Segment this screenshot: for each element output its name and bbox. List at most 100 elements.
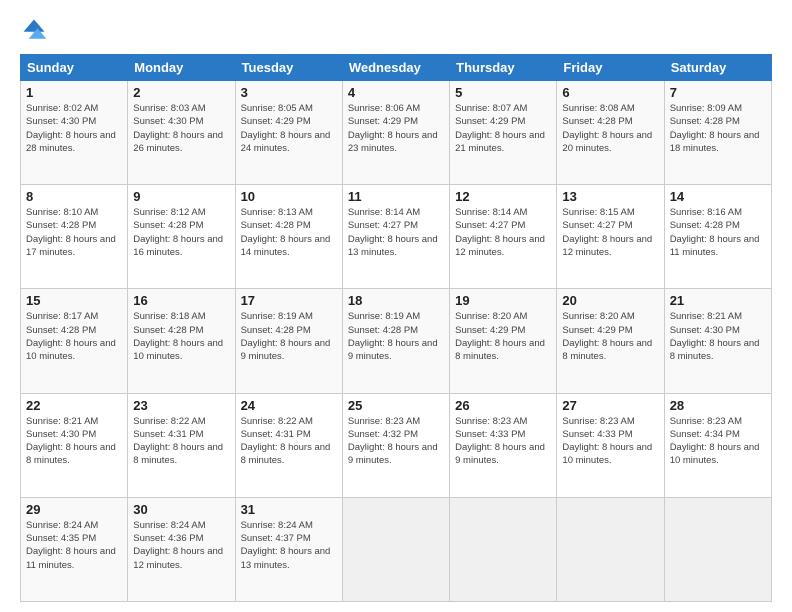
day-info: Sunrise: 8:02 AMSunset: 4:30 PMDaylight:… (26, 102, 122, 155)
day-number: 11 (348, 189, 444, 204)
day-number: 12 (455, 189, 551, 204)
day-info: Sunrise: 8:15 AMSunset: 4:27 PMDaylight:… (562, 206, 658, 259)
logo-icon (20, 16, 48, 44)
day-cell: 24 Sunrise: 8:22 AMSunset: 4:31 PMDayligh… (235, 393, 342, 497)
day-info: Sunrise: 8:07 AMSunset: 4:29 PMDaylight:… (455, 102, 551, 155)
day-cell: 15Sunrise: 8:17 AMSunset: 4:28 PMDayligh… (21, 289, 128, 393)
day-cell: 12Sunrise: 8:14 AMSunset: 4:27 PMDayligh… (450, 185, 557, 289)
day-info: Sunrise: 8:20 AMSunset: 4:29 PMDaylight:… (562, 310, 658, 363)
day-cell: 19 Sunrise: 8:20 AMSunset: 4:29 PMDayligh… (450, 289, 557, 393)
day-info: Sunrise: 8:08 AMSunset: 4:28 PMDaylight:… (562, 102, 658, 155)
day-info: Sunrise: 8:22 AMSunset: 4:31 PMDaylight:… (241, 415, 337, 468)
week-row-1: 1 Sunrise: 8:02 AMSunset: 4:30 PMDaylight… (21, 81, 772, 185)
day-number: 14 (670, 189, 766, 204)
day-cell: 27 Sunrise: 8:23 AMSunset: 4:33 PMDayligh… (557, 393, 664, 497)
day-info: Sunrise: 8:21 AMSunset: 4:30 PMDaylight:… (26, 415, 122, 468)
day-cell: 4 Sunrise: 8:06 AMSunset: 4:29 PMDaylight… (342, 81, 449, 185)
day-info: Sunrise: 8:23 AMSunset: 4:33 PMDaylight:… (562, 415, 658, 468)
day-cell: 17Sunrise: 8:19 AMSunset: 4:28 PMDayligh… (235, 289, 342, 393)
day-number: 25 (348, 398, 444, 413)
day-number: 28 (670, 398, 766, 413)
day-info: Sunrise: 8:10 AMSunset: 4:28 PMDaylight:… (26, 206, 122, 259)
day-number: 24 (241, 398, 337, 413)
day-number: 10 (241, 189, 337, 204)
day-info: Sunrise: 8:06 AMSunset: 4:29 PMDaylight:… (348, 102, 444, 155)
header (20, 16, 772, 44)
day-info: Sunrise: 8:23 AMSunset: 4:34 PMDaylight:… (670, 415, 766, 468)
header-day-wednesday: Wednesday (342, 55, 449, 81)
page: SundayMondayTuesdayWednesdayThursdayFrid… (0, 0, 792, 612)
day-number: 29 (26, 502, 122, 517)
header-day-tuesday: Tuesday (235, 55, 342, 81)
day-number: 1 (26, 85, 122, 100)
day-cell (664, 497, 771, 601)
day-number: 30 (133, 502, 229, 517)
day-number: 17 (241, 293, 337, 308)
day-cell: 26Sunrise: 8:23 AMSunset: 4:33 PMDayligh… (450, 393, 557, 497)
header-day-monday: Monday (128, 55, 235, 81)
day-cell: 2 Sunrise: 8:03 AMSunset: 4:30 PMDaylight… (128, 81, 235, 185)
day-cell: 14Sunrise: 8:16 AMSunset: 4:28 PMDayligh… (664, 185, 771, 289)
day-cell: 21 Sunrise: 8:21 AMSunset: 4:30 PMDayligh… (664, 289, 771, 393)
day-cell: 20 Sunrise: 8:20 AMSunset: 4:29 PMDayligh… (557, 289, 664, 393)
day-info: Sunrise: 8:24 AMSunset: 4:35 PMDaylight:… (26, 519, 122, 572)
day-number: 26 (455, 398, 551, 413)
day-cell: 9 Sunrise: 8:12 AMSunset: 4:28 PMDaylight… (128, 185, 235, 289)
calendar-body: 1 Sunrise: 8:02 AMSunset: 4:30 PMDaylight… (21, 81, 772, 602)
header-day-friday: Friday (557, 55, 664, 81)
day-number: 19 (455, 293, 551, 308)
day-number: 16 (133, 293, 229, 308)
day-cell: 30 Sunrise: 8:24 AMSunset: 4:36 PMDayligh… (128, 497, 235, 601)
week-row-2: 8 Sunrise: 8:10 AMSunset: 4:28 PMDaylight… (21, 185, 772, 289)
day-cell: 8 Sunrise: 8:10 AMSunset: 4:28 PMDaylight… (21, 185, 128, 289)
header-day-thursday: Thursday (450, 55, 557, 81)
day-info: Sunrise: 8:14 AMSunset: 4:27 PMDaylight:… (348, 206, 444, 259)
day-info: Sunrise: 8:05 AMSunset: 4:29 PMDaylight:… (241, 102, 337, 155)
day-cell: 6 Sunrise: 8:08 AMSunset: 4:28 PMDaylight… (557, 81, 664, 185)
day-cell: 3 Sunrise: 8:05 AMSunset: 4:29 PMDaylight… (235, 81, 342, 185)
day-number: 6 (562, 85, 658, 100)
day-info: Sunrise: 8:20 AMSunset: 4:29 PMDaylight:… (455, 310, 551, 363)
day-info: Sunrise: 8:24 AMSunset: 4:37 PMDaylight:… (241, 519, 337, 572)
day-cell (342, 497, 449, 601)
day-number: 22 (26, 398, 122, 413)
day-cell: 28 Sunrise: 8:23 AMSunset: 4:34 PMDayligh… (664, 393, 771, 497)
week-row-4: 22 Sunrise: 8:21 AMSunset: 4:30 PMDayligh… (21, 393, 772, 497)
day-info: Sunrise: 8:18 AMSunset: 4:28 PMDaylight:… (133, 310, 229, 363)
header-day-saturday: Saturday (664, 55, 771, 81)
day-info: Sunrise: 8:21 AMSunset: 4:30 PMDaylight:… (670, 310, 766, 363)
day-cell: 13 Sunrise: 8:15 AMSunset: 4:27 PMDayligh… (557, 185, 664, 289)
day-number: 7 (670, 85, 766, 100)
day-cell (450, 497, 557, 601)
day-number: 4 (348, 85, 444, 100)
day-number: 13 (562, 189, 658, 204)
header-row: SundayMondayTuesdayWednesdayThursdayFrid… (21, 55, 772, 81)
day-cell: 22 Sunrise: 8:21 AMSunset: 4:30 PMDayligh… (21, 393, 128, 497)
day-info: Sunrise: 8:13 AMSunset: 4:28 PMDaylight:… (241, 206, 337, 259)
day-number: 27 (562, 398, 658, 413)
day-cell: 18Sunrise: 8:19 AMSunset: 4:28 PMDayligh… (342, 289, 449, 393)
day-number: 9 (133, 189, 229, 204)
day-cell: 10 Sunrise: 8:13 AMSunset: 4:28 PMDayligh… (235, 185, 342, 289)
day-cell (557, 497, 664, 601)
day-cell: 1 Sunrise: 8:02 AMSunset: 4:30 PMDaylight… (21, 81, 128, 185)
day-cell: 7Sunrise: 8:09 AMSunset: 4:28 PMDaylight… (664, 81, 771, 185)
day-info: Sunrise: 8:22 AMSunset: 4:31 PMDaylight:… (133, 415, 229, 468)
day-number: 2 (133, 85, 229, 100)
day-number: 5 (455, 85, 551, 100)
day-cell: 25 Sunrise: 8:23 AMSunset: 4:32 PMDayligh… (342, 393, 449, 497)
day-cell: 23Sunrise: 8:22 AMSunset: 4:31 PMDayligh… (128, 393, 235, 497)
calendar-table: SundayMondayTuesdayWednesdayThursdayFrid… (20, 54, 772, 602)
day-cell: 16 Sunrise: 8:18 AMSunset: 4:28 PMDayligh… (128, 289, 235, 393)
day-info: Sunrise: 8:19 AMSunset: 4:28 PMDaylight:… (348, 310, 444, 363)
day-cell: 5 Sunrise: 8:07 AMSunset: 4:29 PMDaylight… (450, 81, 557, 185)
day-info: Sunrise: 8:12 AMSunset: 4:28 PMDaylight:… (133, 206, 229, 259)
day-info: Sunrise: 8:24 AMSunset: 4:36 PMDaylight:… (133, 519, 229, 572)
day-number: 20 (562, 293, 658, 308)
day-number: 8 (26, 189, 122, 204)
day-info: Sunrise: 8:03 AMSunset: 4:30 PMDaylight:… (133, 102, 229, 155)
day-cell: 29 Sunrise: 8:24 AMSunset: 4:35 PMDayligh… (21, 497, 128, 601)
day-number: 3 (241, 85, 337, 100)
day-info: Sunrise: 8:23 AMSunset: 4:32 PMDaylight:… (348, 415, 444, 468)
day-number: 21 (670, 293, 766, 308)
